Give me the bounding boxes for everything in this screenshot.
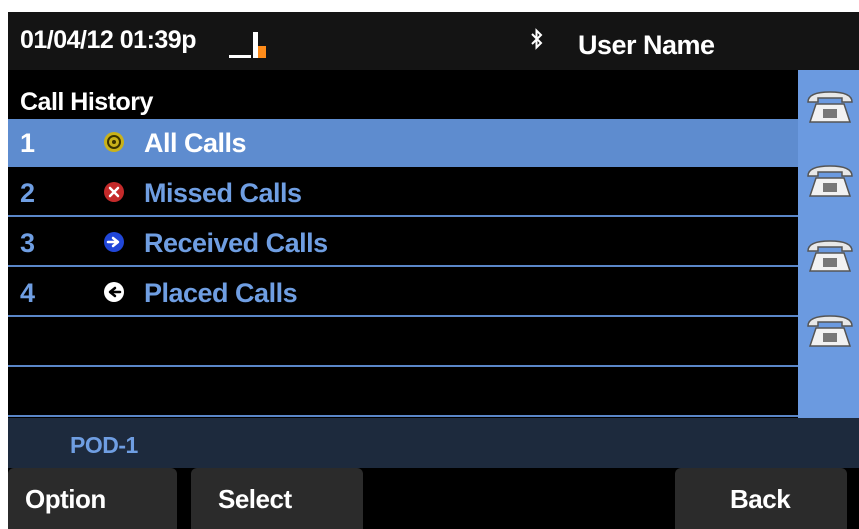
list-item-label: Received Calls: [144, 228, 328, 258]
phone-icon: [807, 315, 853, 347]
list-item-received-calls[interactable]: 3 Received Calls: [8, 219, 798, 267]
status-bar: 01/04/12 01:39p User Name: [8, 12, 859, 70]
list-item-empty: [8, 369, 798, 417]
list-item-all-calls[interactable]: 1 All Calls: [8, 119, 798, 167]
list-item-number: 2: [20, 178, 36, 208]
list-item-number: 4: [20, 278, 36, 308]
date-time: 01/04/12 01:39p: [20, 26, 196, 54]
line-key-1[interactable]: [798, 70, 859, 140]
page-title: Call History: [20, 88, 153, 116]
user-name: User Name: [578, 30, 715, 60]
line-key-4[interactable]: [798, 294, 859, 364]
list-item-placed-calls[interactable]: 4 Placed Calls: [8, 269, 798, 317]
line-key-3[interactable]: [798, 219, 859, 289]
phone-icon: [807, 165, 853, 197]
missed-calls-icon: [104, 182, 124, 202]
list-item-number: 3: [20, 228, 36, 258]
softkey-bar: Option Select Back: [8, 468, 859, 529]
list-item-label: Placed Calls: [144, 278, 298, 308]
bluetooth-icon: [531, 28, 543, 50]
back-softkey[interactable]: Back: [675, 468, 847, 529]
list-item-label: All Calls: [144, 128, 247, 158]
all-calls-icon: [104, 132, 124, 152]
list-item-empty: [8, 319, 798, 367]
list-item-missed-calls[interactable]: 2 Missed Calls: [8, 169, 798, 217]
received-calls-icon: [104, 232, 124, 252]
line-key-2[interactable]: [798, 144, 859, 214]
phone-icon: [807, 91, 853, 123]
line-keys-column: [798, 70, 859, 418]
select-softkey[interactable]: Select: [191, 468, 363, 529]
signal-bars-icon: [229, 32, 266, 58]
list-item-label: Missed Calls: [144, 178, 302, 208]
option-softkey-label: Option: [25, 484, 106, 514]
pod-label: POD-1: [70, 432, 138, 458]
list-item-number: 1: [20, 128, 36, 158]
option-softkey[interactable]: Option: [8, 468, 177, 529]
pod-status-bar: POD-1: [8, 418, 859, 468]
phone-icon: [807, 240, 853, 272]
call-history-list: Call History 1 All Calls 2 Missed Calls …: [8, 70, 798, 418]
select-softkey-label: Select: [218, 484, 292, 514]
phone-screen: 01/04/12 01:39p User Name Call History 1…: [8, 12, 859, 529]
placed-calls-icon: [104, 282, 124, 302]
back-softkey-label: Back: [730, 484, 791, 514]
